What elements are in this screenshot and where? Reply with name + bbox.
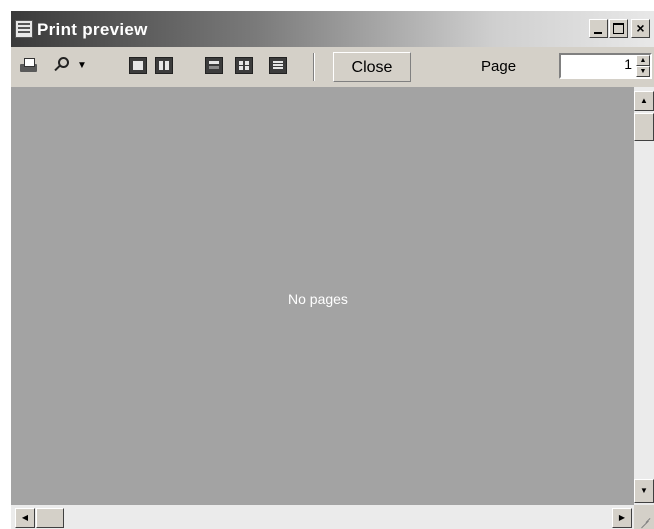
vertical-scrollbar[interactable]: ▲ ▼ — [634, 87, 654, 505]
printer-icon[interactable] — [19, 57, 39, 75]
page-number-value[interactable]: 1 — [624, 56, 632, 72]
four-pages-icon[interactable] — [235, 57, 253, 74]
horizontal-scroll-thumb[interactable] — [36, 508, 64, 528]
close-icon[interactable]: × — [631, 19, 650, 38]
close-button[interactable]: Close — [333, 52, 411, 82]
spin-up-icon[interactable]: ▲ — [636, 55, 650, 66]
one-page-icon[interactable] — [129, 57, 147, 74]
horizontal-scrollbar[interactable]: ◀ ▶ — [11, 505, 634, 529]
scroll-up-icon[interactable]: ▲ — [634, 91, 654, 111]
scroll-down-icon[interactable]: ▼ — [634, 479, 654, 503]
page-label: Page — [481, 58, 517, 75]
print-preview-window: Print preview × ▼ Close Page 1 ▲ ▼ No pa… — [10, 10, 654, 529]
print-preview-app-icon — [15, 20, 33, 38]
preview-toolbar: ▼ Close Page 1 ▲ ▼ — [11, 49, 654, 85]
scroll-left-icon[interactable]: ◀ — [15, 508, 35, 528]
page-number-spinner[interactable]: 1 ▲ ▼ — [559, 53, 652, 79]
two-pages-icon[interactable] — [155, 57, 173, 74]
chevron-down-icon[interactable]: ▼ — [77, 57, 87, 75]
title-bar[interactable]: Print preview × — [11, 11, 654, 47]
toolbar-separator — [313, 53, 315, 81]
empty-message: No pages — [288, 291, 348, 307]
preview-area[interactable]: No pages — [11, 87, 634, 505]
resize-grip-icon[interactable] — [635, 507, 653, 529]
vertical-scroll-thumb[interactable] — [634, 113, 654, 141]
spin-down-icon[interactable]: ▼ — [636, 66, 650, 77]
magnifier-icon[interactable] — [53, 57, 73, 75]
maximize-icon[interactable] — [609, 19, 628, 38]
six-pages-icon[interactable] — [269, 57, 287, 74]
minimize-icon[interactable] — [589, 19, 608, 38]
window-title: Print preview — [37, 20, 148, 39]
three-pages-icon[interactable] — [205, 57, 223, 74]
scroll-right-icon[interactable]: ▶ — [612, 508, 632, 528]
